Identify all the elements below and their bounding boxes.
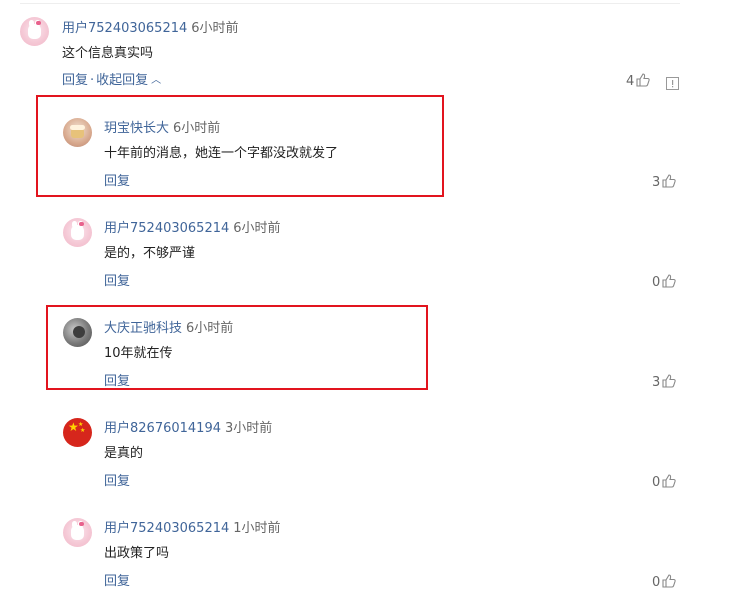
like-button[interactable]: 0 xyxy=(652,474,676,491)
comment-header: 用户752403065214 6小时前 xyxy=(104,221,281,237)
like-count: 3 xyxy=(652,375,661,390)
reply-button[interactable]: 回复 xyxy=(104,174,130,190)
reply-button[interactable]: 回复 xyxy=(104,374,130,390)
comment-text: 出政策了吗 xyxy=(104,546,170,561)
thumbs-up-icon xyxy=(662,174,676,188)
username[interactable]: 用户752403065214 xyxy=(104,521,229,536)
like-button[interactable]: 4 xyxy=(626,73,650,90)
like-button[interactable]: 3 xyxy=(652,374,676,391)
comment-text: 是真的 xyxy=(104,446,144,461)
collapse-replies-button[interactable]: 收起回复 ︿ xyxy=(96,73,161,88)
comment-text: 10年就在传 xyxy=(104,346,173,361)
comment-header: 大庆正驰科技 6小时前 xyxy=(104,321,233,337)
like-count: 0 xyxy=(652,475,661,490)
comment-header: 用户752403065214 6小时前 xyxy=(62,21,239,37)
thumbs-up-icon xyxy=(662,474,676,488)
timestamp: 6小时前 xyxy=(233,221,281,236)
thumbs-up-icon xyxy=(636,73,650,87)
like-count: 0 xyxy=(652,275,661,290)
reply-button[interactable]: 回复 xyxy=(62,73,88,88)
avatar[interactable] xyxy=(20,17,49,46)
like-button[interactable]: 3 xyxy=(652,174,676,191)
comment-header: 玥宝快长大 6小时前 xyxy=(104,121,220,137)
avatar[interactable]: ★ ★ ★ xyxy=(63,418,92,447)
comment-header: 用户752403065214 1小时前 xyxy=(104,521,281,537)
comment-text: 十年前的消息，她连一个字都没改就发了 xyxy=(104,146,339,161)
avatar[interactable] xyxy=(63,318,92,347)
divider xyxy=(20,3,680,4)
chevron-up-icon: ︿ xyxy=(151,75,162,86)
comment-text: 这个信息真实吗 xyxy=(62,46,154,61)
username[interactable]: 用户752403065214 xyxy=(62,21,187,36)
collapse-label: 收起回复 xyxy=(96,73,149,88)
avatar[interactable] xyxy=(63,518,92,547)
timestamp: 1小时前 xyxy=(233,521,281,536)
username[interactable]: 大庆正驰科技 xyxy=(104,321,182,336)
username[interactable]: 用户752403065214 xyxy=(104,221,229,236)
report-icon[interactable] xyxy=(666,75,679,94)
like-count: 3 xyxy=(652,175,661,190)
comment-text: 是的，不够严谨 xyxy=(104,246,196,261)
username[interactable]: 用户82676014194 xyxy=(104,421,221,436)
reply-button[interactable]: 回复 xyxy=(104,474,130,490)
thumbs-up-icon xyxy=(662,274,676,288)
reply-button[interactable]: 回复 xyxy=(104,574,130,590)
timestamp: 6小时前 xyxy=(186,321,234,336)
avatar[interactable] xyxy=(63,118,92,147)
thumbs-up-icon xyxy=(662,374,676,388)
like-button[interactable]: 0 xyxy=(652,574,676,591)
avatar[interactable] xyxy=(63,218,92,247)
timestamp: 6小时前 xyxy=(191,21,239,36)
separator: · xyxy=(90,73,95,88)
username[interactable]: 玥宝快长大 xyxy=(104,121,169,136)
reply-button[interactable]: 回复 xyxy=(104,274,130,290)
like-count: 0 xyxy=(652,575,661,590)
like-button[interactable]: 0 xyxy=(652,274,676,291)
timestamp: 6小时前 xyxy=(173,121,221,136)
timestamp: 3小时前 xyxy=(224,421,273,436)
like-count: 4 xyxy=(626,74,635,89)
comment-header: 用户82676014194 3小时前 xyxy=(104,421,272,437)
comment-actions: 回复 · 收起回复 ︿ xyxy=(62,73,161,89)
thumbs-up-icon xyxy=(662,574,676,588)
